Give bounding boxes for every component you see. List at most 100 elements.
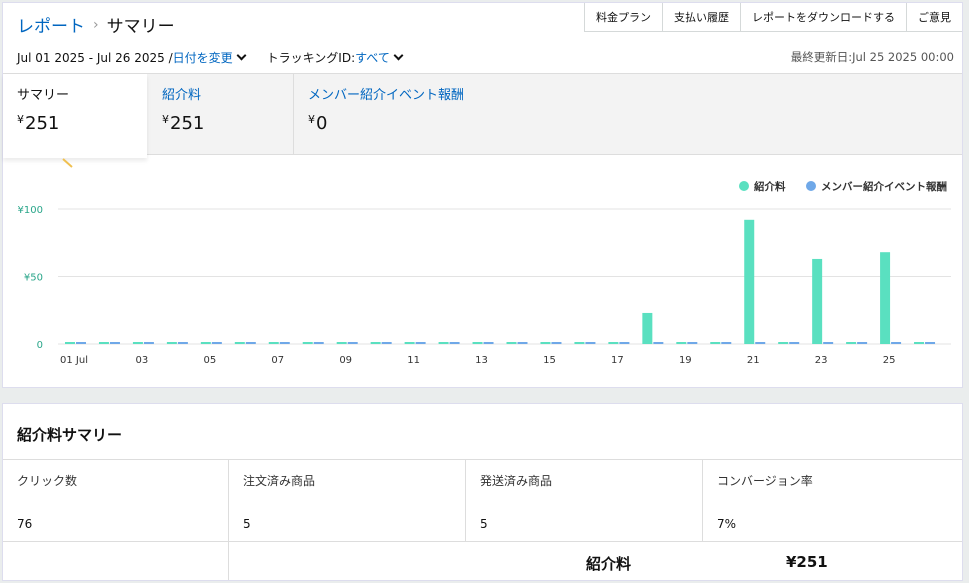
- bar-member-event-reward: [653, 342, 664, 344]
- top-toolbar: 料金プラン 支払い履歴 レポートをダウンロードする ご意見: [584, 3, 962, 32]
- bar-referral-fee: [132, 342, 143, 344]
- bar-member-event-reward: [619, 342, 630, 344]
- tracking-id-dropdown[interactable]: すべて: [355, 49, 390, 66]
- bar-referral-fee: [166, 342, 177, 344]
- divider: [228, 542, 229, 580]
- summary-metrics: クリック数 76 注文済み商品 5 発送済み商品 5 コンバージョン率 7%: [3, 459, 962, 542]
- x-tick-label: 09: [339, 355, 352, 366]
- tab-referral-fee-label: 紹介料: [162, 88, 202, 103]
- filter-bar: Jul 01 2025 - Jul 26 2025 / 日付を変更 トラッキング…: [17, 49, 408, 66]
- bar-referral-fee: [744, 219, 755, 344]
- metric-clicks-label: クリック数: [17, 474, 78, 488]
- date-range-text: Jul 01 2025 - Jul 26 2025 /: [17, 50, 173, 65]
- y-tick-label: ¥50: [24, 273, 43, 284]
- tab-member-event-reward-value: ¥0: [308, 113, 594, 134]
- bar-member-event-reward: [857, 342, 868, 344]
- bar-referral-fee: [200, 342, 211, 344]
- x-tick-label: 15: [543, 355, 556, 366]
- bar-referral-fee: [914, 342, 925, 344]
- x-tick-label: 17: [611, 355, 624, 366]
- bar-referral-fee: [302, 342, 313, 344]
- bar-referral-fee: [812, 258, 823, 344]
- tab-member-event-reward-amount: 0: [316, 113, 328, 134]
- bar-member-event-reward: [585, 342, 596, 344]
- bar-referral-fee: [65, 342, 75, 344]
- bar-referral-fee: [642, 312, 653, 344]
- bar-member-event-reward: [211, 342, 222, 344]
- breadcrumb-reports-link[interactable]: レポート: [17, 12, 85, 37]
- x-tick-label: 07: [271, 355, 284, 366]
- tab-summary-amount: 251: [25, 113, 60, 134]
- tab-referral-fee-amount: 251: [170, 113, 205, 134]
- legend-label-member-event-reward: メンバー紹介イベント報酬: [821, 180, 947, 193]
- bar-member-event-reward: [721, 342, 732, 344]
- legend-dot-icon: [739, 181, 749, 191]
- bar-member-event-reward: [313, 342, 324, 344]
- bar-referral-fee: [98, 342, 109, 344]
- total-referral-fee-label: 紹介料: [586, 555, 632, 573]
- metric-shipped-items-value: 5: [480, 517, 488, 531]
- metric-ordered-items-value: 5: [243, 517, 251, 531]
- bar-referral-fee: [710, 342, 721, 344]
- bar-member-event-reward: [347, 342, 358, 344]
- metric-shipped-items: 発送済み商品 5: [466, 460, 703, 541]
- metric-ordered-items-label: 注文済み商品: [243, 474, 316, 488]
- bar-member-event-reward: [551, 342, 562, 344]
- chevron-down-icon[interactable]: [393, 50, 404, 61]
- bar-referral-fee: [574, 342, 585, 344]
- summary-title: 紹介料サマリー: [17, 426, 123, 444]
- x-tick-label: 21: [747, 355, 760, 366]
- bar-member-event-reward: [279, 342, 290, 344]
- bar-member-event-reward: [483, 342, 494, 344]
- legend-dot-icon: [806, 181, 816, 191]
- payment-history-button[interactable]: 支払い履歴: [662, 3, 740, 32]
- tab-referral-fee-value: ¥251: [162, 113, 293, 134]
- bar-member-event-reward: [687, 342, 698, 344]
- tab-summary[interactable]: サマリー ¥251: [3, 74, 147, 158]
- currency-symbol: ¥: [308, 113, 315, 126]
- summary-tabs: サマリー ¥251 紹介料 ¥251 メンバー紹介イベント報酬 ¥0: [3, 73, 962, 158]
- bar-member-event-reward: [143, 342, 154, 344]
- x-tick-label: 11: [407, 355, 420, 366]
- metric-conversion-rate-label: コンバージョン率: [717, 474, 813, 488]
- tab-summary-value: ¥251: [17, 113, 147, 134]
- change-date-link[interactable]: 日付を変更: [173, 49, 233, 66]
- metric-conversion-rate: コンバージョン率 7%: [703, 460, 962, 541]
- bar-referral-fee: [234, 342, 245, 344]
- tab-member-event-reward-label: メンバー紹介イベント報酬: [308, 88, 465, 103]
- x-tick-label: 13: [475, 355, 488, 366]
- currency-symbol: ¥: [162, 113, 169, 126]
- metric-clicks: クリック数 76: [3, 460, 229, 541]
- tab-referral-fee[interactable]: 紹介料 ¥251: [148, 74, 294, 155]
- download-report-button[interactable]: レポートをダウンロードする: [740, 3, 906, 32]
- tab-member-event-reward[interactable]: メンバー紹介イベント報酬 ¥0: [294, 74, 594, 155]
- bar-member-event-reward: [381, 342, 392, 344]
- bar-referral-fee: [676, 342, 687, 344]
- active-tab-indicator-icon: [62, 158, 73, 168]
- bar-member-event-reward: [109, 342, 120, 344]
- metric-conversion-rate-value: 7%: [717, 517, 737, 531]
- bar-referral-fee: [506, 342, 517, 344]
- feedback-button[interactable]: ご意見: [906, 3, 962, 32]
- bar-member-event-reward: [177, 342, 188, 344]
- legend-label-referral-fee: 紹介料: [754, 180, 786, 193]
- bar-referral-fee: [268, 342, 279, 344]
- bar-member-event-reward: [449, 342, 460, 344]
- tracking-id-label: トラッキングID:: [266, 51, 356, 65]
- x-tick-label: 19: [679, 355, 692, 366]
- bar-referral-fee: [472, 342, 483, 344]
- x-tick-label: 23: [815, 355, 828, 366]
- bar-referral-fee: [370, 342, 381, 344]
- breadcrumb-separator: ›: [93, 16, 99, 33]
- pricing-plan-button[interactable]: 料金プラン: [584, 3, 662, 32]
- metric-clicks-value: 76: [17, 517, 33, 531]
- bar-member-event-reward: [925, 342, 936, 344]
- bar-referral-fee: [608, 342, 619, 344]
- page-title: サマリー: [106, 17, 175, 37]
- chevron-down-icon[interactable]: [236, 50, 247, 61]
- bar-referral-fee: [540, 342, 551, 344]
- bar-member-event-reward: [755, 342, 766, 344]
- bar-member-event-reward: [823, 342, 834, 344]
- bar-referral-fee: [778, 342, 789, 344]
- y-tick-label: 0: [37, 340, 43, 351]
